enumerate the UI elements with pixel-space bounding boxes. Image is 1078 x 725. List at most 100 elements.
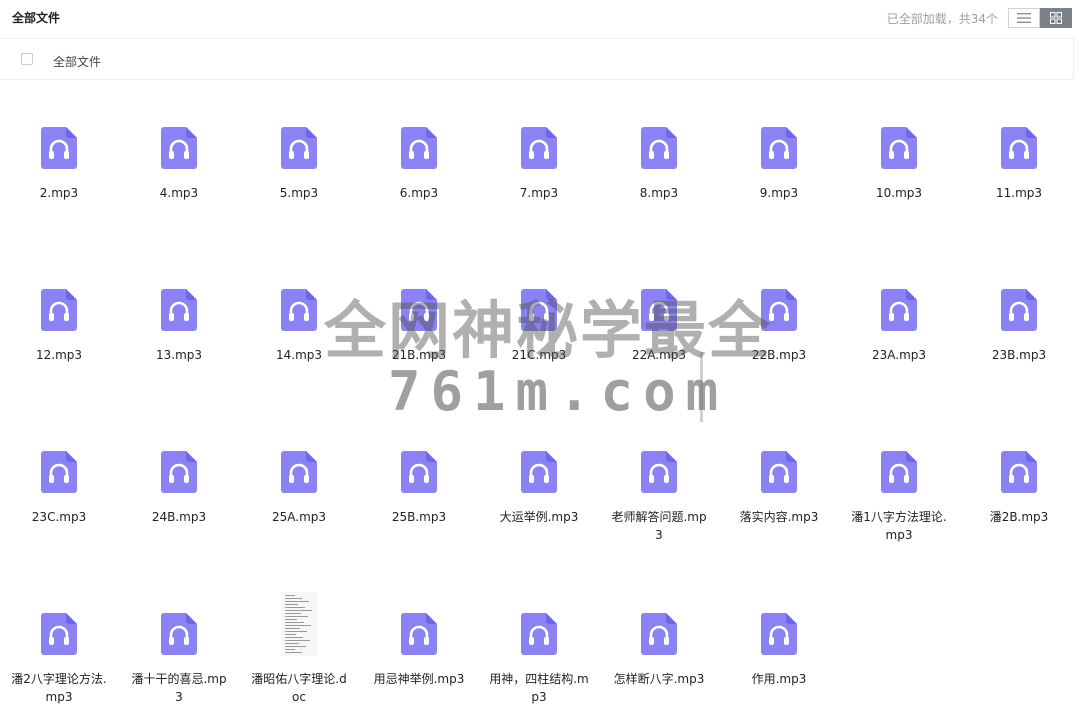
file-item[interactable]: 6.mp3 xyxy=(364,80,474,230)
file-name: 潘昭佑八字理论.doc xyxy=(251,672,347,704)
file-name: 用忌神举例.mp3 xyxy=(373,672,465,686)
audio-file-icon xyxy=(401,289,437,331)
file-item[interactable]: 9.mp3 xyxy=(724,80,834,230)
file-item[interactable]: 潘十干的喜忌.mp3 xyxy=(124,566,234,716)
file-name: 6.mp3 xyxy=(399,186,439,200)
file-name: 22A.mp3 xyxy=(631,348,687,362)
page-title: 全部文件 xyxy=(12,11,61,25)
file-item[interactable]: 22A.mp3 xyxy=(604,242,714,392)
file-name: 大运举例.mp3 xyxy=(499,510,579,524)
audio-file-icon xyxy=(41,127,77,169)
audio-file-icon xyxy=(401,127,437,169)
file-item[interactable]: 潘2B.mp3 xyxy=(964,404,1074,554)
audio-file-icon xyxy=(1001,127,1037,169)
audio-file-icon xyxy=(161,613,197,655)
file-item[interactable]: 13.mp3 xyxy=(124,242,234,392)
file-item[interactable]: 21C.mp3 xyxy=(484,242,594,392)
list-view-button[interactable] xyxy=(1008,8,1040,28)
file-name: 潘1八字方法理论.mp3 xyxy=(851,510,947,542)
audio-file-icon xyxy=(881,451,917,493)
file-name: 7.mp3 xyxy=(519,186,559,200)
audio-file-icon xyxy=(161,127,197,169)
file-item[interactable]: 21B.mp3 xyxy=(364,242,474,392)
audio-file-icon xyxy=(521,451,557,493)
file-item[interactable]: 25A.mp3 xyxy=(244,404,354,554)
audio-file-icon xyxy=(761,289,797,331)
file-name: 23B.mp3 xyxy=(991,348,1047,362)
file-item[interactable]: 23A.mp3 xyxy=(844,242,954,392)
file-name: 老师解答问题.mp3 xyxy=(611,510,707,542)
file-name: 5.mp3 xyxy=(279,186,319,200)
audio-file-icon xyxy=(761,127,797,169)
file-item[interactable]: 潘1八字方法理论.mp3 xyxy=(844,404,954,554)
file-name: 作用.mp3 xyxy=(751,672,807,686)
file-name: 23A.mp3 xyxy=(871,348,927,362)
breadcrumb[interactable]: 全部文件 xyxy=(53,53,101,70)
file-grid: 2.mp3 4.mp3 5.mp3 6.mp3 7.mp3 8.mp3 9.mp… xyxy=(0,80,1078,725)
audio-file-icon xyxy=(641,613,677,655)
file-item[interactable]: 11.mp3 xyxy=(964,80,1074,230)
file-name: 22B.mp3 xyxy=(751,348,807,362)
audio-file-icon xyxy=(641,451,677,493)
audio-file-icon xyxy=(641,289,677,331)
file-item[interactable]: 23C.mp3 xyxy=(4,404,114,554)
file-name: 14.mp3 xyxy=(275,348,323,362)
file-item[interactable]: 14.mp3 xyxy=(244,242,354,392)
file-item[interactable]: 潘昭佑八字理论.doc xyxy=(244,566,354,716)
file-name: 潘2B.mp3 xyxy=(989,510,1049,524)
file-item[interactable]: 大运举例.mp3 xyxy=(484,404,594,554)
audio-file-icon xyxy=(41,451,77,493)
file-name: 23C.mp3 xyxy=(31,510,87,524)
load-status-text: 已全部加载，共34个 xyxy=(886,12,998,26)
audio-file-icon xyxy=(401,451,437,493)
file-item[interactable]: 23B.mp3 xyxy=(964,242,1074,392)
file-item[interactable]: 25B.mp3 xyxy=(364,404,474,554)
file-name: 24B.mp3 xyxy=(151,510,207,524)
file-item[interactable]: 用神，四柱结构.mp3 xyxy=(484,566,594,716)
audio-file-icon xyxy=(1001,451,1037,493)
file-item[interactable]: 7.mp3 xyxy=(484,80,594,230)
file-item[interactable]: 作用.mp3 xyxy=(724,566,834,716)
file-name: 潘2八字理论方法.mp3 xyxy=(11,672,107,704)
file-name: 21B.mp3 xyxy=(391,348,447,362)
file-item[interactable]: 怎样断八字.mp3 xyxy=(604,566,714,716)
file-name: 用神，四柱结构.mp3 xyxy=(489,672,589,704)
file-item[interactable]: 用忌神举例.mp3 xyxy=(364,566,474,716)
file-item[interactable]: 22B.mp3 xyxy=(724,242,834,392)
file-item[interactable]: 8.mp3 xyxy=(604,80,714,230)
audio-file-icon xyxy=(521,127,557,169)
top-bar: 全部文件 已全部加载，共34个 xyxy=(0,0,1078,38)
file-name: 4.mp3 xyxy=(159,186,199,200)
list-view-icon xyxy=(1017,13,1031,23)
file-name: 8.mp3 xyxy=(639,186,679,200)
file-item[interactable]: 老师解答问题.mp3 xyxy=(604,404,714,554)
audio-file-icon xyxy=(881,127,917,169)
file-name: 9.mp3 xyxy=(759,186,799,200)
file-name: 25A.mp3 xyxy=(271,510,327,524)
file-name: 11.mp3 xyxy=(995,186,1043,200)
file-name: 21C.mp3 xyxy=(511,348,567,362)
file-name: 12.mp3 xyxy=(35,348,83,362)
file-name: 10.mp3 xyxy=(875,186,923,200)
audio-file-icon xyxy=(401,613,437,655)
select-all-checkbox[interactable] xyxy=(21,53,33,65)
file-item[interactable]: 潘2八字理论方法.mp3 xyxy=(4,566,114,716)
audio-file-icon xyxy=(1001,289,1037,331)
file-item[interactable]: 10.mp3 xyxy=(844,80,954,230)
file-item[interactable]: 4.mp3 xyxy=(124,80,234,230)
file-item[interactable]: 5.mp3 xyxy=(244,80,354,230)
audio-file-icon xyxy=(281,127,317,169)
audio-file-icon xyxy=(161,451,197,493)
audio-file-icon xyxy=(521,613,557,655)
grid-view-icon xyxy=(1050,12,1062,24)
audio-file-icon xyxy=(41,289,77,331)
file-item[interactable]: 24B.mp3 xyxy=(124,404,234,554)
audio-file-icon xyxy=(161,289,197,331)
audio-file-icon xyxy=(281,451,317,493)
audio-file-icon xyxy=(641,127,677,169)
file-item[interactable]: 12.mp3 xyxy=(4,242,114,392)
view-toggle xyxy=(1008,8,1072,28)
file-item[interactable]: 2.mp3 xyxy=(4,80,114,230)
grid-view-button[interactable] xyxy=(1040,8,1072,28)
file-item[interactable]: 落实内容.mp3 xyxy=(724,404,834,554)
